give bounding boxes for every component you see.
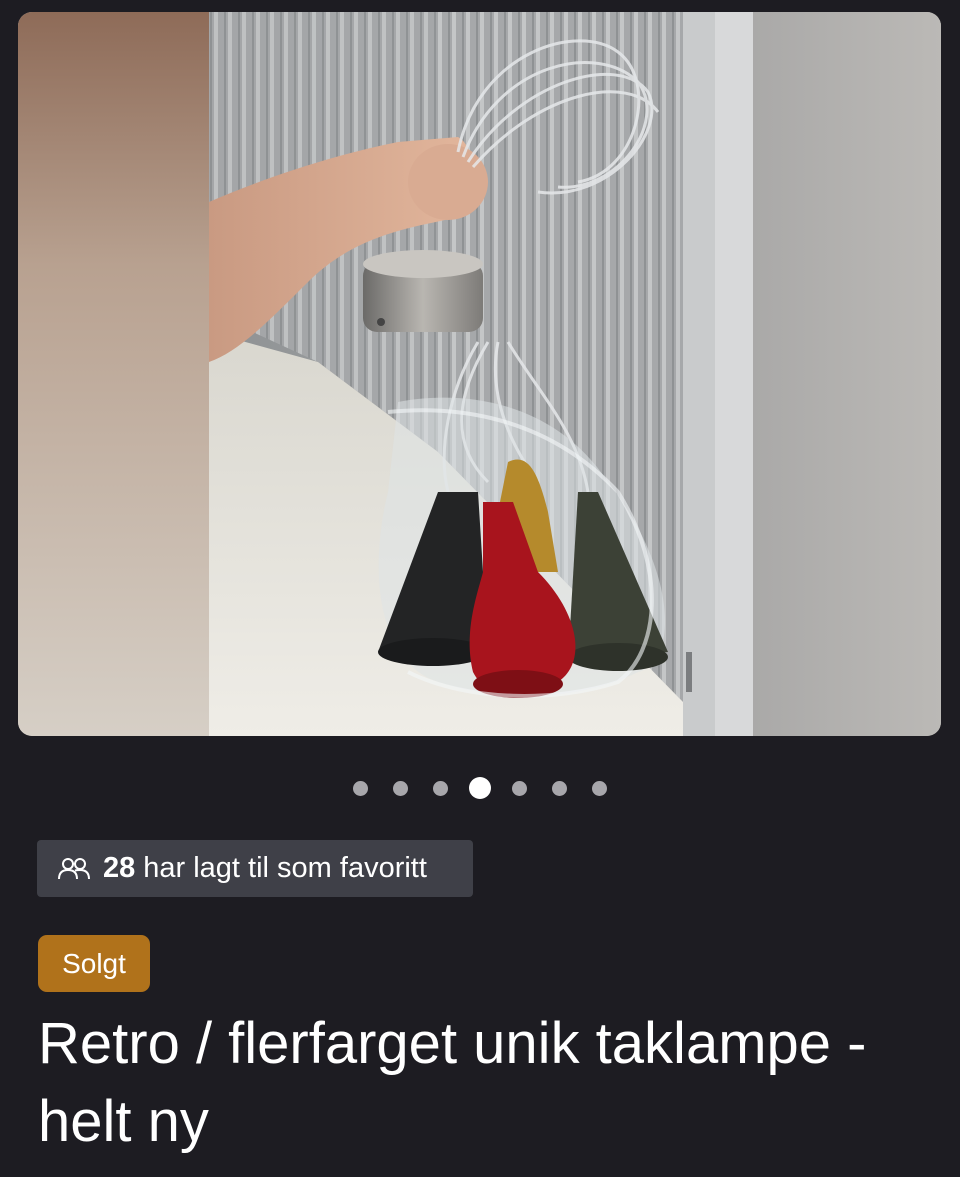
listing-title: Retro / flerfarget unik taklampe - helt … — [38, 1011, 867, 1154]
pagination-dot[interactable] — [353, 780, 368, 796]
status-bar — [0, 0, 960, 12]
pagination-dot[interactable] — [552, 780, 567, 796]
product-photo — [18, 12, 941, 736]
pagination-dot[interactable] — [592, 780, 607, 796]
users-icon — [57, 857, 93, 881]
status-badge: Solgt — [38, 935, 150, 992]
pagination-dot[interactable] — [512, 780, 527, 796]
pagination-dot[interactable] — [433, 780, 448, 796]
image-gallery[interactable] — [18, 12, 941, 736]
gallery-pagination — [0, 774, 960, 802]
favorites-count: 28 — [103, 852, 136, 884]
pagination-dot-active[interactable] — [469, 777, 491, 799]
favorites-label: har lagt til som favoritt — [143, 852, 427, 884]
pagination-dot[interactable] — [393, 780, 408, 796]
favorites-counter: 28 har lagt til som favoritt — [37, 840, 473, 897]
listing-page: 28 har lagt til som favoritt Solgt Retro… — [0, 0, 960, 1177]
